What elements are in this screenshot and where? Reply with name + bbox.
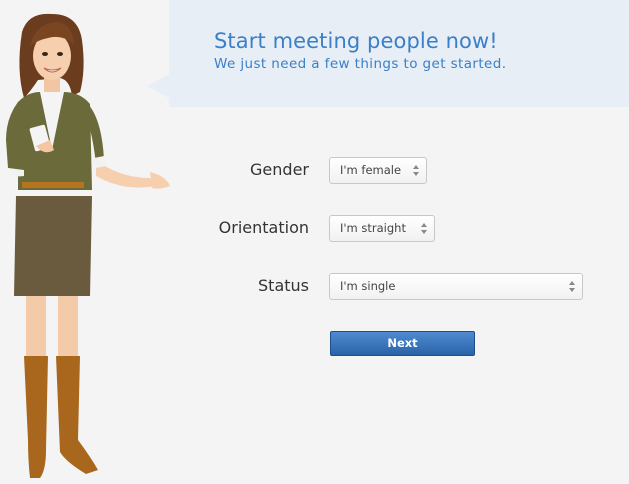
speech-bubble-tail: [147, 74, 169, 98]
onboarding-page: Start meeting people now! We just need a…: [0, 0, 629, 484]
status-select-value: I'm single: [340, 279, 396, 293]
status-select[interactable]: I'm single: [329, 273, 583, 300]
select-arrows-icon: [569, 281, 575, 292]
select-arrows-icon: [413, 165, 419, 176]
orientation-select[interactable]: I'm straight: [329, 215, 435, 242]
status-label: Status: [258, 276, 309, 295]
gender-label: Gender: [250, 160, 309, 179]
orientation-select-value: I'm straight: [340, 221, 406, 235]
select-arrows-icon: [421, 223, 427, 234]
orientation-label: Orientation: [218, 218, 309, 237]
guide-woman-illustration: [6, 13, 170, 478]
page-subtitle: We just need a few things to get started…: [214, 56, 507, 72]
gender-select-value: I'm female: [340, 163, 402, 177]
page-title: Start meeting people now!: [214, 29, 498, 53]
speech-bubble: [169, 0, 629, 107]
next-button[interactable]: Next: [330, 331, 475, 356]
gender-select[interactable]: I'm female: [329, 157, 427, 184]
